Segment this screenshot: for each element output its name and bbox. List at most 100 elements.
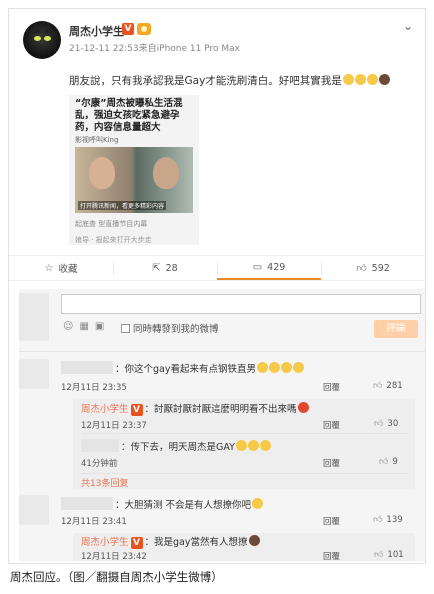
comment-like-count: 9 bbox=[392, 457, 398, 467]
laugh-emoji-icon bbox=[259, 440, 271, 451]
comment-time: 12月11日 23:41 bbox=[61, 517, 127, 527]
reply-text: ：传下去，明天周杰是GAY bbox=[121, 442, 235, 453]
laugh-emoji-icon bbox=[292, 362, 304, 373]
submit-comment-button[interactable]: 評論 bbox=[374, 320, 418, 338]
reply-text: ：討厭討厭討厭這麼明明看不出來嗎 bbox=[144, 404, 297, 415]
comment-like-button[interactable]: 👍︎ 281 bbox=[373, 381, 403, 391]
laugh-emoji-icon bbox=[280, 362, 292, 373]
cat-emoji-icon bbox=[378, 74, 390, 85]
favorite-label: 收藏 bbox=[58, 264, 78, 275]
comment-item: ：你这个gay看起来有点钢铁直男 12月11日 23:35 回覆 👍︎ 281 bbox=[61, 361, 425, 393]
post-text: 朋友說，只有我承認我是Gay才能洗刷清白。好吧其實我是 bbox=[69, 73, 390, 88]
verified-badge-icon: V bbox=[130, 537, 143, 549]
user-avatar-placeholder bbox=[19, 293, 49, 341]
comment-time: 12月11日 23:35 bbox=[61, 383, 127, 393]
comment-item: ：大胆猜测 不会是有人想撩你吧 12月11日 23:41 回覆 👍︎ 139 bbox=[61, 497, 425, 527]
comment-like-count: 101 bbox=[387, 550, 404, 560]
composer-tools: ☺ ▦ ▣ bbox=[63, 321, 110, 332]
chevron-down-icon[interactable]: ⌄ bbox=[403, 19, 413, 33]
username[interactable]: 周杰小学生 bbox=[69, 23, 124, 39]
laugh-emoji-icon bbox=[256, 362, 268, 373]
reply-time: 12月11日 23:37 bbox=[81, 421, 147, 431]
reply-body: ：传下去，明天周杰是GAY bbox=[81, 439, 411, 453]
more-replies-link[interactable]: 共13条回复 bbox=[81, 476, 128, 489]
comment-text: ：你这个gay看起来有点钢铁直男 bbox=[115, 364, 256, 375]
cat-ear-left bbox=[31, 24, 41, 33]
comment-body: ：大胆猜测 不会是有人想撩你吧 bbox=[61, 497, 425, 511]
photo-caption: 周杰回应。（图／翻摄自周杰小学生微博） bbox=[10, 570, 223, 584]
comment-input[interactable] bbox=[61, 294, 421, 314]
reply-button[interactable]: 回覆 bbox=[323, 515, 340, 527]
post-image[interactable]: “尔康”周杰被曝私生活混乱，强迫女孩吃紧急避孕药，内容信息量超大 影视呼叫Kin… bbox=[69, 95, 199, 245]
grin-emoji-icon bbox=[366, 74, 378, 85]
comment-like-button[interactable]: 👍︎ 139 bbox=[373, 515, 403, 525]
comment-like-button[interactable]: 👍︎ 101 bbox=[374, 550, 404, 560]
reply-button[interactable]: 回覆 bbox=[323, 457, 340, 469]
comment-like-button[interactable]: 👍︎ 9 bbox=[379, 457, 398, 467]
also-post-label: 同時轉發到我的微博 bbox=[133, 324, 219, 335]
reply-body: 周杰小学生 V ：我是gay當然有人想撩 bbox=[81, 534, 411, 549]
commenter-avatar[interactable] bbox=[19, 359, 49, 389]
also-post-checkbox[interactable] bbox=[121, 324, 130, 333]
post-text-body: 朋友說，只有我承認我是Gay才能洗刷清白。好吧其實我是 bbox=[69, 75, 342, 87]
emoji-icon[interactable]: ☺ bbox=[63, 321, 73, 332]
reply-button[interactable]: 回覆 bbox=[323, 550, 340, 562]
cat-eye-left bbox=[34, 36, 41, 41]
thumbs-up-icon: 👍︎ bbox=[373, 515, 383, 525]
repost-count: 28 bbox=[165, 262, 178, 274]
like-button[interactable]: 👍︎ 592 bbox=[321, 256, 425, 280]
photo-face-right bbox=[153, 157, 179, 189]
comment-button[interactable]: ▭ 429 bbox=[217, 256, 321, 280]
favorite-button[interactable]: ☆ 收藏 bbox=[9, 256, 113, 280]
grin-emoji-icon bbox=[342, 74, 354, 85]
avatar[interactable] bbox=[23, 21, 61, 59]
member-level-icon bbox=[137, 23, 151, 35]
divider bbox=[81, 473, 407, 474]
verified-badge-icon: V bbox=[130, 404, 143, 416]
comment-like-button[interactable]: 👍︎ 30 bbox=[374, 419, 398, 429]
commenter-name-redacted bbox=[81, 439, 119, 452]
picture-icon[interactable]: ▣ bbox=[95, 321, 104, 332]
thumbs-up-icon: 👍︎ bbox=[373, 381, 383, 391]
thumbs-up-icon: 👍︎ bbox=[356, 263, 367, 274]
also-post-option[interactable]: 同時轉發到我的微博 bbox=[121, 321, 219, 335]
verified-badge-icon: V bbox=[122, 23, 134, 35]
image-source: 影视呼叫King bbox=[75, 136, 119, 144]
comment-text: ：大胆猜测 不会是有人想撩你吧 bbox=[115, 500, 252, 511]
photo-face-left bbox=[89, 157, 115, 189]
reply-time: 41分钟前 bbox=[81, 459, 118, 469]
reply-body: 周杰小学生 V ：討厭討厭討厭這麼明明看不出來嗎 bbox=[81, 401, 411, 416]
commenter-name-redacted bbox=[61, 361, 113, 374]
comment-section: ☺ ▦ ▣ 同時轉發到我的微博 評論 ：你这个gay看起来有点钢铁直男 12月11日… bbox=[19, 289, 425, 562]
laugh-emoji-icon bbox=[247, 440, 259, 451]
cat-emoji-icon bbox=[248, 535, 260, 546]
commenter-name-redacted bbox=[61, 497, 113, 510]
reply-text: ：我是gay當然有人想撩 bbox=[144, 537, 248, 548]
divider bbox=[81, 433, 407, 434]
divider bbox=[19, 351, 425, 352]
reply-author[interactable]: 周杰小学生 bbox=[81, 537, 129, 548]
thinking-emoji-icon bbox=[252, 498, 264, 509]
star-icon: ☆ bbox=[44, 262, 54, 274]
nested-replies: 周杰小学生 V ：討厭討厭討厭這麼明明看不出來嗎 12月11日 23:37 回覆 👍… bbox=[73, 399, 415, 489]
commenter-avatar[interactable] bbox=[19, 495, 49, 525]
reply-button[interactable]: 回覆 bbox=[323, 381, 340, 393]
laugh-emoji-icon bbox=[235, 440, 247, 451]
thumbs-up-icon: 👍︎ bbox=[379, 457, 389, 467]
reply-item: ：传下去，明天周杰是GAY 41分钟前 回覆 👍︎ 9 bbox=[81, 439, 411, 469]
laugh-emoji-icon bbox=[268, 362, 280, 373]
reply-button[interactable]: 回覆 bbox=[323, 419, 340, 431]
image-headline: “尔康”周杰被曝私生活混乱，强迫女孩吃紧急避孕药，内容信息量超大 bbox=[75, 98, 183, 133]
cat-eye-right bbox=[44, 36, 51, 41]
image-icon[interactable]: ▦ bbox=[79, 321, 88, 332]
image-subtext: 起底查 型直播节目内幕 bbox=[75, 220, 148, 228]
grin-emoji-icon bbox=[354, 74, 366, 85]
reply-author[interactable]: 周杰小学生 bbox=[81, 404, 129, 415]
nested-replies: 周杰小学生 V ：我是gay當然有人想撩 12月11日 23:42 回覆 👍︎ 101 bbox=[73, 533, 415, 562]
reply-time: 12月11日 23:42 bbox=[81, 552, 147, 562]
action-bar: ☆ 收藏 ⇱ 28 ▭ 429 👍︎ 592 bbox=[9, 255, 425, 281]
repost-button[interactable]: ⇱ 28 bbox=[113, 256, 217, 280]
image-cut-text: 娘导 · 报起来打开大步走 bbox=[75, 236, 152, 244]
post-meta: 21-12-11 22:53来自iPhone 11 Pro Max bbox=[69, 44, 240, 54]
comment-count: 429 bbox=[267, 261, 286, 273]
